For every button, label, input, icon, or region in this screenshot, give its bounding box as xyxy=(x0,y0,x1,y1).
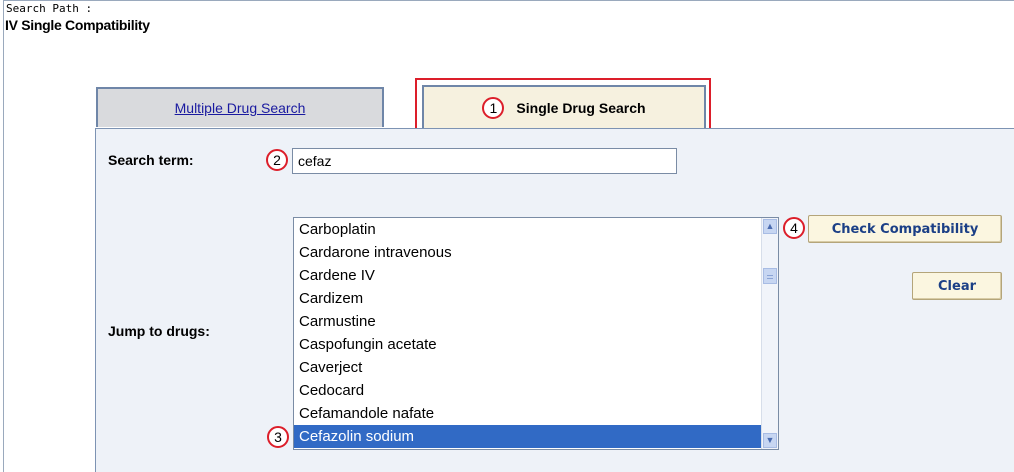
check-compatibility-button[interactable]: Check Compatibility xyxy=(808,215,1002,243)
list-item[interactable]: Cefamandole nafate xyxy=(294,402,762,425)
frame-left-border xyxy=(3,0,4,472)
callout-marker-2: 2 xyxy=(266,149,288,171)
list-item[interactable]: Carmustine xyxy=(294,310,762,333)
scroll-down-arrow-icon[interactable]: ▼ xyxy=(763,433,777,448)
list-item[interactable]: Cardarone intravenous xyxy=(294,241,762,264)
listbox-scrollbar[interactable]: ▲ ▼ xyxy=(761,218,778,449)
clear-button[interactable]: Clear xyxy=(912,272,1002,300)
page-title: IV Single Compatibility xyxy=(5,17,150,33)
callout-marker-4: 4 xyxy=(783,217,805,239)
list-item[interactable]: Carboplatin xyxy=(294,218,762,241)
list-item[interactable]: Cedocard xyxy=(294,379,762,402)
callout-marker-3: 3 xyxy=(267,426,289,448)
drug-list-items: Carboplatin Cardarone intravenous Carden… xyxy=(294,218,762,448)
frame-top-border xyxy=(3,0,1014,1)
callout-marker-1: 1 xyxy=(482,96,505,119)
scroll-up-arrow-icon[interactable]: ▲ xyxy=(763,219,777,234)
list-item[interactable]: Cardizem xyxy=(294,287,762,310)
tab-single-label[interactable]: Single Drug Search xyxy=(516,100,645,116)
list-item[interactable]: Caverject xyxy=(294,356,762,379)
jump-to-drugs-label: Jump to drugs: xyxy=(108,323,210,339)
list-item[interactable]: Caspofungin acetate xyxy=(294,333,762,356)
tab-single-drug-search[interactable]: 1 Single Drug Search xyxy=(422,85,706,128)
search-input[interactable] xyxy=(292,148,677,174)
list-item-selected[interactable]: Cefazolin sodium xyxy=(294,425,762,448)
search-term-label: Search term: xyxy=(108,152,194,168)
drug-listbox[interactable]: Carboplatin Cardarone intravenous Carden… xyxy=(293,217,779,450)
list-item[interactable]: Cardene IV xyxy=(294,264,762,287)
scrollbar-thumb[interactable] xyxy=(763,268,777,284)
tab-multiple-drug-search[interactable]: Multiple Drug Search xyxy=(96,87,384,127)
tab-multiple-label[interactable]: Multiple Drug Search xyxy=(175,100,306,116)
search-path-label: Search Path : xyxy=(6,2,93,15)
